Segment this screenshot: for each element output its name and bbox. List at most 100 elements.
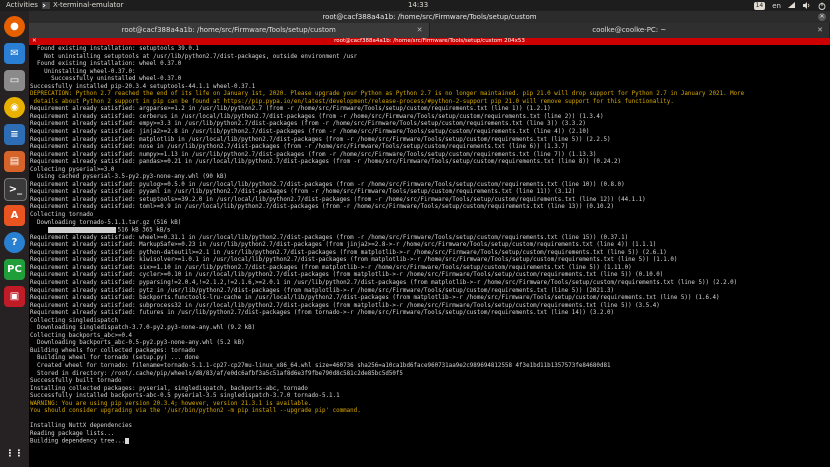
help-icon[interactable]: ? (4, 232, 25, 253)
terminal-line: Uninstalling wheel-0.37.0: (30, 69, 830, 77)
terminal-window: root@cacf388a4a1b: /home/src/Firmware/To… (29, 11, 830, 467)
system-tray[interactable]: 14 en (753, 0, 826, 11)
terminal-line: Requirement already satisfied: pyparsing… (30, 280, 830, 288)
tab-bar: root@cacf388a4a1b: /home/src/Firmware/To… (29, 23, 830, 38)
terminal-line-text: Building wheel for tornado (setup.py) ..… (30, 355, 199, 362)
tab-close-icon[interactable]: ✕ (417, 23, 423, 38)
terminal-line-text: Found existing installation: setuptools … (30, 46, 199, 52)
terminal-line: Requirement already satisfied: setuptool… (30, 197, 830, 205)
terminal-line: Successfully installed backports-abc-0.5… (30, 393, 830, 401)
impress-icon[interactable]: ▤ (4, 151, 25, 172)
terminal-line: Requirement already satisfied: python-da… (30, 250, 830, 258)
tab-root-container[interactable]: root@cacf388a4a1b: /home/src/Firmware/To… (29, 23, 430, 38)
window-close-icon[interactable]: ✕ (818, 13, 826, 21)
terminal-small-icon (42, 1, 50, 9)
terminal-line: Not uninstalling setuptools at /usr/lib/… (30, 54, 830, 62)
terminal-line: Building dependency tree... (30, 438, 830, 446)
terminal-line: Requirement already satisfied: cycler>=0… (30, 272, 830, 280)
tab-close-icon[interactable]: ✕ (817, 23, 823, 38)
terminal-line: Requirement already satisfied: pandas>=0… (30, 159, 830, 167)
terminal-line-text: Stored in directory: /root/.cache/pip/wh… (30, 370, 403, 377)
terminal-line-text: Requirement already satisfied: MarkupSaf… (30, 242, 657, 249)
thunderbird-icon[interactable]: ✉ (4, 43, 25, 64)
firefox-icon[interactable]: ● (4, 16, 25, 37)
terminal-header-label: root@cacf388a4a1b: /home/src/Firmware/To… (334, 38, 525, 44)
terminal-line: Requirement already satisfied: six>=1.10… (30, 265, 830, 273)
terminal-line-text: Successfully installed pip-20.3.4 setupt… (30, 83, 256, 90)
volume-icon[interactable] (803, 2, 811, 9)
rhythmbox-icon[interactable]: ◉ (4, 97, 25, 118)
terminal-line-text: details about Python 2 support in pip ca… (30, 98, 674, 105)
window-titlebar[interactable]: root@cacf388a4a1b: /home/src/Firmware/To… (29, 11, 830, 23)
terminal-line: Successfully built tornado (30, 378, 830, 386)
terminal-line-text: Requirement already satisfied: pandas>=0… (30, 159, 622, 166)
writer-icon[interactable]: ≡ (4, 124, 25, 145)
show-applications-icon[interactable]: ⋮⋮ (4, 443, 25, 464)
terminal-line-text: Found existing installation: wheel 0.37.… (30, 61, 182, 68)
terminal-line-text: Requirement already satisfied: wheel>=0.… (30, 234, 629, 241)
app-name: X-terminal-emulator (53, 1, 124, 9)
network-icon[interactable] (788, 2, 796, 9)
terminal-line: Requirement already satisfied: numpy>=1.… (30, 152, 830, 160)
terminal-line-text: WARNING: You are using pip version 20.3.… (30, 400, 312, 407)
terminal-line-text: Building wheels for collected packages: … (30, 347, 196, 354)
terminal-line: WARNING: You are using pip version 20.3.… (30, 401, 830, 409)
app-menu[interactable]: X-terminal-emulator (42, 1, 123, 9)
terminal-line: Requirement already satisfied: toml>=0.9… (30, 204, 830, 212)
terminal-line: Downloading tornado-5.1.1.tar.gz (516 kB… (30, 220, 830, 228)
terminal-line-text: DEPRECATION: Python 2.7 reached the end … (30, 91, 745, 98)
terminal-line-text: Requirement already satisfied: six>=1.10… (30, 264, 632, 271)
terminal-line-text: Requirement already satisfied: empy>=3.3… (30, 121, 586, 128)
window-title: root@cacf388a4a1b: /home/src/Firmware/To… (322, 13, 537, 21)
terminal-close-icon[interactable]: ✕ (32, 38, 37, 45)
terminal-line-text: Installing NuttX dependencies (30, 423, 133, 430)
terminal-line: Requirement already satisfied: MarkupSaf… (30, 242, 830, 250)
terminal-line-text: Downloading singledispatch-3.7.0-py2.py3… (30, 325, 256, 332)
terminal-red-icon[interactable]: ▣ (4, 286, 25, 307)
terminal-line: Created wheel for tornado: filename=torn… (30, 363, 830, 371)
terminal-line: Requirement already satisfied: pytz in /… (30, 288, 830, 296)
terminal-line: Requirement already satisfied: pyyaml in… (30, 189, 830, 197)
terminal-line: Requirement already satisfied: nose in /… (30, 144, 830, 152)
dock: ● ✉ ▭ ◉ ≡ ▤ >_ A ? PC ▣ ⋮⋮ (0, 11, 29, 467)
terminal-line-text: Successfully uninstalled wheel-0.37.0 (30, 76, 182, 83)
software-icon[interactable]: A (4, 205, 25, 226)
terminal-icon[interactable]: >_ (4, 178, 27, 201)
terminal-line-text: Installing collected packages: pyserial,… (30, 385, 308, 392)
terminal-line-text: Requirement already satisfied: pyparsing… (30, 279, 738, 286)
terminal-line: Found existing installation: setuptools … (30, 46, 830, 54)
terminal-line: Requirement already satisfied: argparse>… (30, 106, 830, 114)
terminal-line-text: Requirement already satisfied: jinja2>=2… (30, 129, 590, 136)
clock[interactable]: 14:33 (408, 1, 428, 9)
terminal-line-text: You should consider upgrading via the '/… (30, 408, 361, 415)
activities-button[interactable]: Activities (6, 1, 38, 9)
terminal-line-text: Requirement already satisfied: subproces… (30, 302, 660, 309)
tray-badge[interactable]: 14 (753, 1, 766, 10)
terminal-line: You should consider upgrading via the '/… (30, 408, 830, 416)
tab-coolke-host[interactable]: coolke@coolke-PC: ~ ✕ (430, 23, 830, 38)
terminal-line-text: Requirement already satisfied: pyyaml in… (30, 189, 576, 196)
terminal-line: Found existing installation: wheel 0.37.… (30, 61, 830, 69)
pycharm-icon[interactable]: PC (4, 259, 25, 280)
power-icon[interactable] (818, 2, 826, 10)
terminal-line: Requirement already satisfied: backports… (30, 295, 830, 303)
terminal-line: Collecting pyserial>=3.0 (30, 167, 830, 175)
terminal-line-text: Not uninstalling setuptools at /usr/lib/… (30, 53, 358, 60)
terminal-output[interactable]: Found existing installation: setuptools … (29, 45, 830, 460)
terminal-line-text: Downloading tornado-5.1.1.tar.gz (516 kB… (30, 219, 182, 226)
terminal-line-text: Requirement already satisfied: python-da… (30, 249, 667, 256)
language-indicator[interactable]: en (772, 2, 781, 10)
terminal-line: Requirement already satisfied: subproces… (30, 303, 830, 311)
terminal-line: 516 kB 365 kB/s (30, 227, 830, 235)
terminal-line-text: Requirement already satisfied: cerberus … (30, 113, 604, 120)
tab-label: root@cacf388a4a1b: /home/src/Firmware/To… (121, 26, 336, 34)
terminal-line: Requirement already satisfied: jinja2>=2… (30, 129, 830, 137)
terminal-line: DEPRECATION: Python 2.7 reached the end … (30, 91, 830, 99)
terminal-line: Building wheel for tornado (setup.py) ..… (30, 355, 830, 363)
terminal-line-text: Requirement already satisfied: pytz in /… (30, 287, 615, 294)
terminal-line: Successfully installed pip-20.3.4 setupt… (30, 84, 830, 92)
terminal-line-text: Requirement already satisfied: pyulog>=0… (30, 181, 625, 188)
terminal-line-text: Requirement already satisfied: matplotli… (30, 136, 611, 143)
files-icon[interactable]: ▭ (4, 70, 25, 91)
